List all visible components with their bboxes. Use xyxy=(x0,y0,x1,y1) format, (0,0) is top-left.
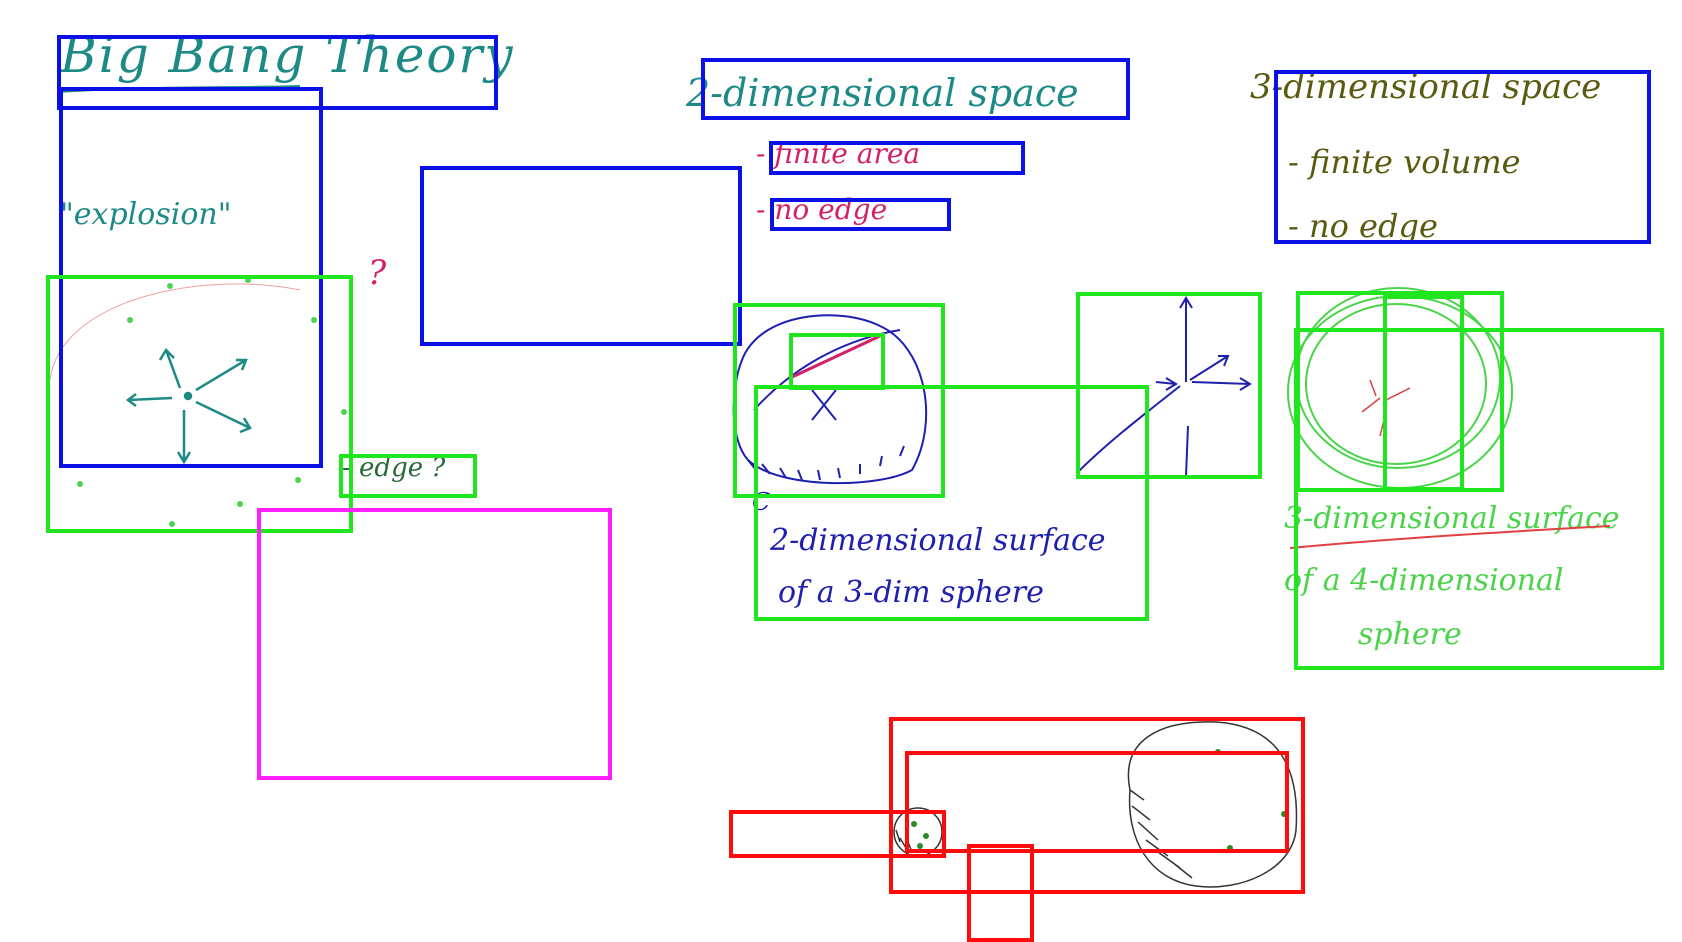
annotation-box-no-edge-2d xyxy=(770,198,951,231)
annotation-box-spheres-inner xyxy=(905,751,1289,853)
annotation-box-sphere-arrow xyxy=(789,333,885,390)
annotation-box-surface-3d xyxy=(1294,328,1664,670)
annotation-box-small-sphere xyxy=(729,810,946,858)
annotation-box-2d-heading xyxy=(701,58,1130,120)
annotation-box-axes xyxy=(1076,292,1262,479)
annotation-box-explosion-dots xyxy=(46,275,353,533)
annotation-box-finite-area xyxy=(769,141,1025,175)
annotation-box-empty-blue xyxy=(420,166,742,346)
annotation-box-bottom-small xyxy=(967,844,1034,942)
annotation-box-3d-heading xyxy=(1274,70,1651,244)
question-mark: ? xyxy=(368,253,387,293)
annotation-box-empty-magenta xyxy=(257,508,612,780)
annotation-box-edge xyxy=(339,454,477,498)
whiteboard-canvas: Big Bang Theory "explosion" ? - edge ? 2… xyxy=(0,0,1682,942)
